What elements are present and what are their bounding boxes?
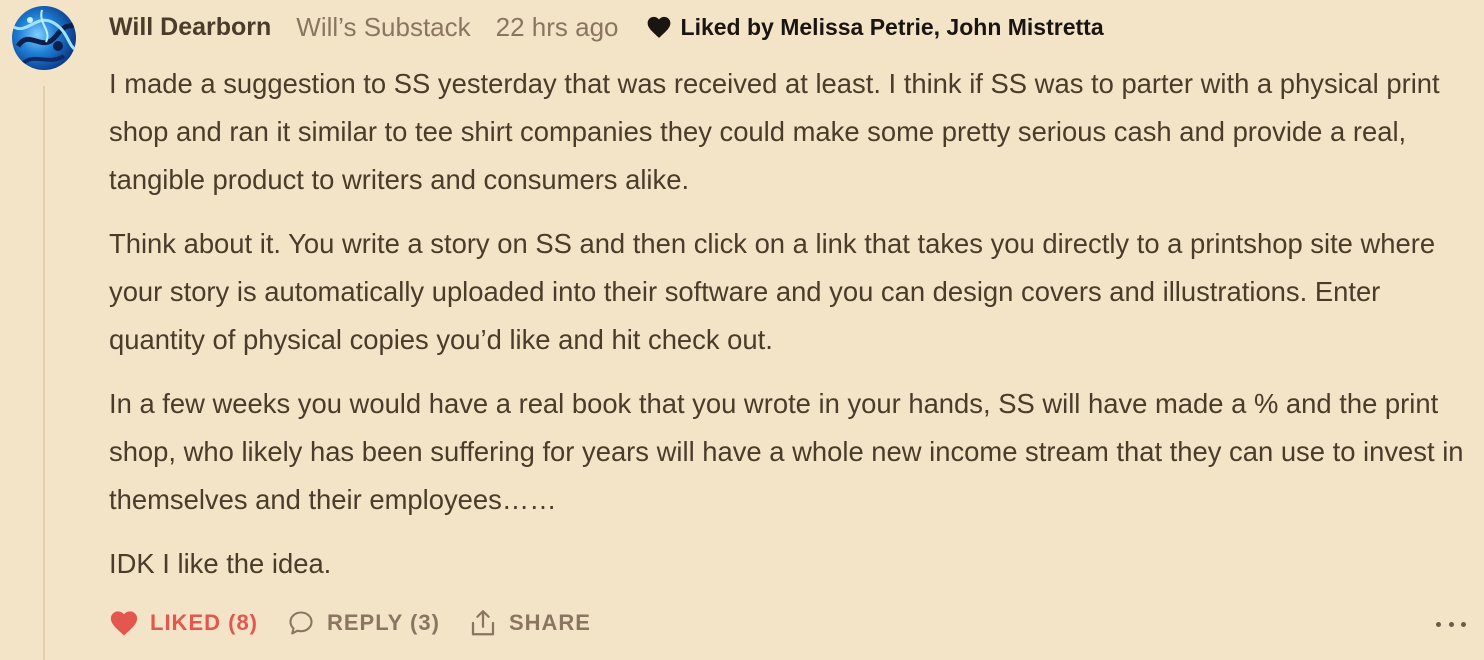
heart-icon — [110, 611, 138, 636]
heart-icon — [647, 16, 670, 38]
speech-bubble-icon — [289, 611, 313, 635]
more-options-button[interactable] — [1436, 614, 1466, 634]
more-dots-icon — [1448, 621, 1454, 627]
reply-label: REPLY (3) — [327, 610, 440, 635]
share-button[interactable]: SHARE — [468, 608, 591, 638]
liked-by: Liked by Melissa Petrie, John Mistretta — [646, 14, 1104, 41]
liked-by-text: Liked by Melissa Petrie, John Mistretta — [680, 13, 1104, 40]
reply-button[interactable]: REPLY (3) — [286, 609, 440, 637]
comment: Will Dearborn Will’s Substack 22 hrs ago… — [0, 0, 1484, 660]
comment-paragraph: In a few weeks you would have a real boo… — [109, 388, 1464, 515]
comment-header: Will Dearborn Will’s Substack 22 hrs ago… — [109, 10, 1104, 44]
comment-paragraph: I made a suggestion to SS yesterday that… — [109, 68, 1440, 195]
share-label: SHARE — [508, 610, 591, 635]
author-name[interactable]: Will Dearborn — [109, 13, 271, 42]
timestamp[interactable]: 22 hrs ago — [496, 12, 619, 43]
comment-actions: LIKED (8) REPLY (3) SHARE — [109, 604, 591, 642]
share-icon — [471, 610, 495, 636]
publication-link[interactable]: Will’s Substack — [296, 12, 470, 43]
like-label: LIKED (8) — [150, 610, 258, 635]
avatar[interactable] — [12, 6, 76, 70]
thread-line — [43, 86, 45, 660]
more-dots-icon — [1436, 621, 1441, 627]
avatar-image — [12, 6, 76, 70]
more-dots-icon — [1461, 621, 1466, 627]
like-button[interactable]: LIKED (8) — [109, 609, 258, 637]
comment-paragraph: IDK I like the idea. — [109, 548, 332, 579]
comment-paragraph: Think about it. You write a story on SS … — [109, 228, 1436, 355]
comment-body: I made a suggestion to SS yesterday that… — [109, 60, 1479, 604]
